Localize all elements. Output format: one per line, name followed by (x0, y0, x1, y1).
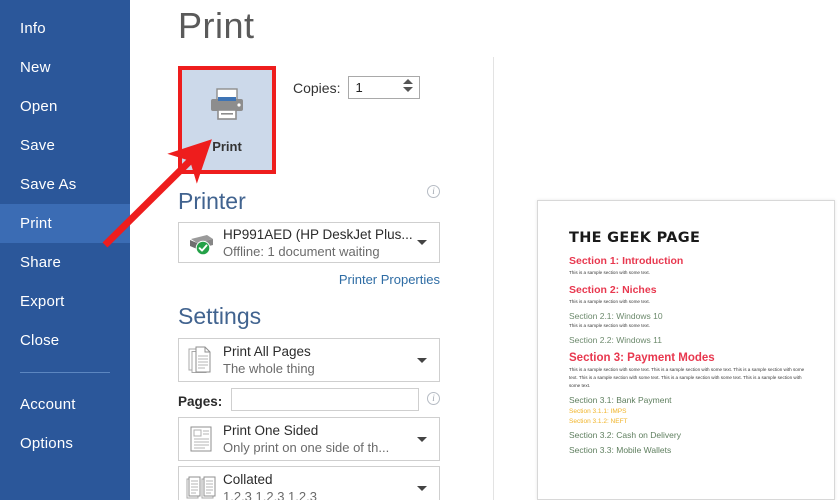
info-icon[interactable]: i (427, 185, 440, 198)
copies-label: Copies: (293, 79, 341, 96)
document-body: THE GEEK PAGE Section 1: Introduction Thi… (538, 201, 834, 455)
sidebar-item-print[interactable]: Print (0, 204, 130, 243)
info-icon[interactable]: i (427, 392, 440, 405)
print-backstage-screen: { "sidebar": { "items": [ {"label": "Inf… (0, 0, 840, 500)
print-button-label: Print (212, 139, 242, 154)
page-title: Print (178, 5, 255, 46)
copies-spinner-arrows[interactable] (403, 79, 414, 92)
collation-subtitle: 1,2,3 1,2,3 1,2,3 (223, 489, 317, 500)
settings-section-heading: Settings (178, 303, 262, 329)
printer-status: Offline: 1 document waiting (223, 243, 380, 259)
chevron-down-icon[interactable] (417, 485, 427, 491)
collation-select[interactable]: Collated 1,2,3 1,2,3 1,2,3 (178, 466, 440, 500)
print-button[interactable]: Print (178, 66, 276, 174)
document-paragraph: This is a sample section with some text. (569, 270, 650, 275)
print-sides-select[interactable]: Print One Sided Only print on one side o… (178, 417, 440, 461)
document-paragraph: This is a sample section with some text. (569, 299, 650, 305)
print-sides-subtitle: Only print on one side of th... (223, 440, 390, 455)
sidebar-item-label: Export (20, 293, 65, 310)
sidebar-item-label: Options (20, 435, 74, 452)
sidebar-item-save[interactable]: Save (0, 126, 130, 165)
document-heading-3: Section 3.2: Cash on Delivery (569, 430, 681, 441)
sidebar-item-label: Close (20, 332, 60, 349)
document-preview-page[interactable]: THE GEEK PAGE Section 1: Introduction Thi… (537, 200, 835, 500)
sidebar-item-save-as[interactable]: Save As (0, 165, 130, 204)
document-heading-2: Section 2: Niches (569, 284, 657, 297)
printer-select[interactable]: HP991AED (HP DeskJet Plus... Offline: 1 … (178, 222, 440, 263)
printer-name: HP991AED (HP DeskJet Plus... (223, 226, 413, 242)
sidebar-item-label: Open (20, 98, 58, 115)
document-heading-2: Section 3: Payment Modes (569, 352, 715, 365)
sidebar-divider (20, 372, 110, 373)
copies-row: Copies: 1 (293, 76, 421, 99)
print-range-title: Print All Pages (223, 344, 311, 359)
sidebar-item-label: Info (20, 20, 46, 37)
sidebar-item-label: Print (20, 215, 52, 232)
sidebar-item-options[interactable]: Options (0, 424, 130, 463)
copies-stepper[interactable]: 1 (348, 76, 421, 99)
pages-input[interactable] (231, 388, 419, 411)
print-sides-title: Print One Sided (223, 423, 319, 438)
copies-value: 1 (355, 80, 363, 95)
printer-icon (207, 86, 247, 129)
sidebar-item-info[interactable]: Info (0, 9, 130, 48)
document-heading-3: Section 3.3: Mobile Wallets (569, 445, 672, 456)
sidebar-item-label: Save (20, 137, 55, 154)
sidebar-item-label: Account (20, 396, 76, 413)
collated-icon (179, 474, 223, 500)
document-heading-4: Section 3.1.2: NEFT (569, 418, 628, 426)
print-settings-pane: Print Print Copies: 1 Printer i HP991AED… (130, 0, 493, 500)
pages-label: Pages: (178, 394, 223, 409)
sidebar-item-account[interactable]: Account (0, 385, 130, 424)
chevron-down-icon[interactable] (417, 436, 427, 442)
chevron-down-icon[interactable] (417, 240, 427, 245)
sidebar-item-label: New (20, 59, 51, 76)
document-heading-3: Section 3.1: Bank Payment (569, 395, 672, 406)
document-heading-2: Section 1: Introduction (569, 255, 684, 267)
sidebar-item-open[interactable]: Open (0, 87, 130, 126)
print-preview-pane: THE GEEK PAGE Section 1: Introduction Thi… (494, 0, 840, 500)
sidebar-item-close[interactable]: Close (0, 321, 130, 360)
sidebar-item-label: Share (20, 254, 62, 271)
sidebar-item-share[interactable]: Share (0, 243, 130, 282)
sidebar-item-label: Save As (20, 176, 77, 193)
chevron-down-icon[interactable] (417, 357, 427, 363)
print-range-select[interactable]: Print All Pages The whole thing (178, 338, 440, 382)
spinner-down-icon[interactable] (403, 87, 414, 92)
sidebar-item-export[interactable]: Export (0, 282, 130, 321)
spinner-up-icon[interactable] (403, 79, 414, 84)
document-heading-4: Section 3.1.1: IMPS (569, 408, 627, 416)
print-range-subtitle: The whole thing (223, 361, 315, 376)
printer-section-heading: Printer (178, 188, 246, 214)
document-title: THE GEEK PAGE (569, 230, 701, 246)
document-heading-3: Section 2.1: Windows 10 (569, 311, 663, 322)
collation-title: Collated (223, 472, 273, 487)
printer-properties-link[interactable]: Printer Properties (339, 272, 440, 287)
document-paragraph: This is a sample section with some text.… (569, 367, 805, 389)
printer-status-icon (179, 230, 223, 256)
backstage-sidebar: Info New Open Save Save As Print Share E… (0, 0, 130, 500)
document-heading-3: Section 2.2: Windows 11 (569, 335, 662, 346)
all-pages-icon (179, 346, 223, 374)
document-paragraph: This is a sample section with some text. (569, 323, 650, 329)
one-sided-icon (179, 425, 223, 453)
sidebar-item-new[interactable]: New (0, 48, 130, 87)
